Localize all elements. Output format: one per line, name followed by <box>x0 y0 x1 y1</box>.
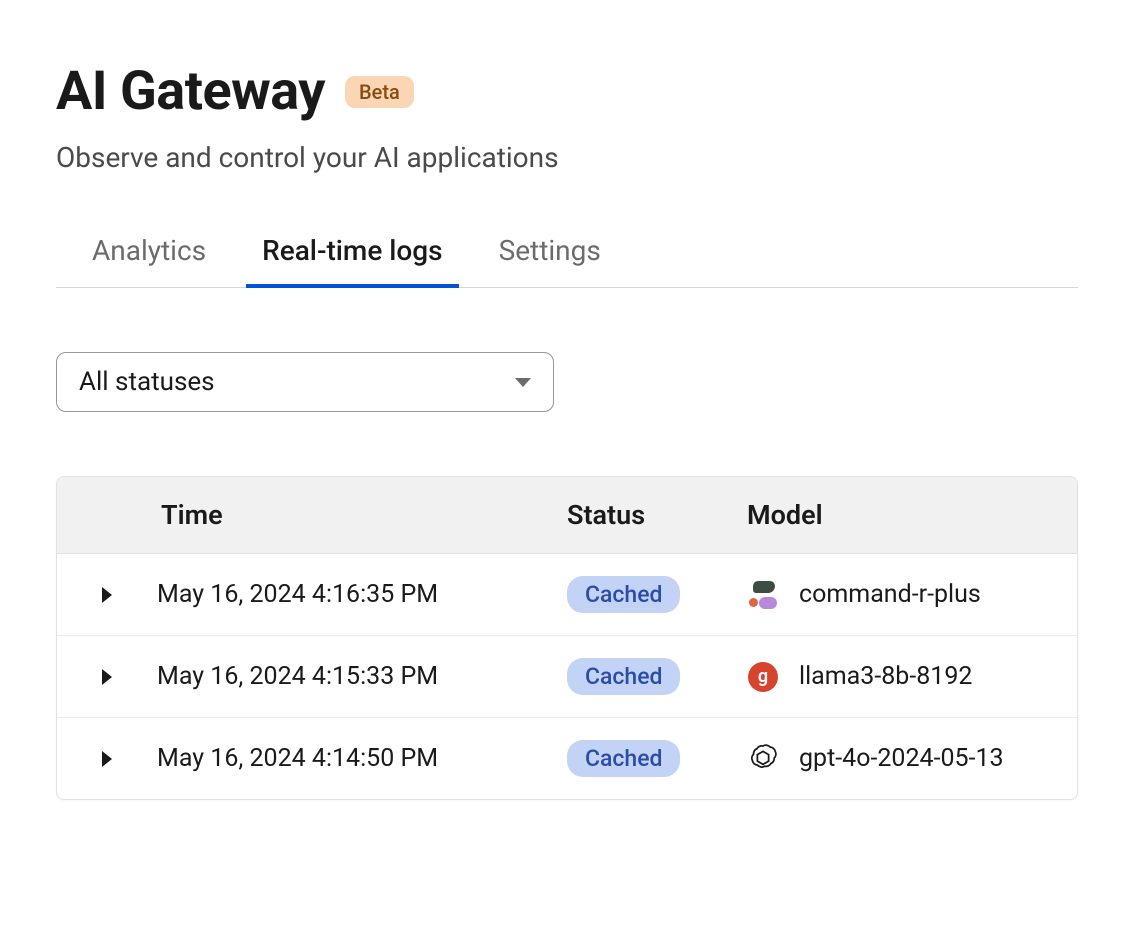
tab-real-time-logs[interactable]: Real-time logs <box>262 234 442 287</box>
column-header-time: Time <box>157 499 567 531</box>
tab-settings[interactable]: Settings <box>499 234 601 287</box>
status-badge: Cached <box>567 576 680 613</box>
status-filter-select[interactable]: All statuses <box>56 352 554 412</box>
status-badge: Cached <box>567 740 680 777</box>
cell-time: May 16, 2024 4:15:33 PM <box>157 662 567 691</box>
status-badge: Cached <box>567 658 680 695</box>
tab-analytics[interactable]: Analytics <box>92 234 206 287</box>
openai-icon <box>747 743 779 775</box>
cell-model: llama3-8b-8192 <box>799 662 972 691</box>
column-header-model: Model <box>747 499 1077 531</box>
expand-row-icon[interactable] <box>102 751 112 767</box>
beta-badge: Beta <box>345 76 414 108</box>
table-row: May 16, 2024 4:16:35 PM Cached command-r… <box>57 554 1077 636</box>
cell-time: May 16, 2024 4:16:35 PM <box>157 580 567 609</box>
chevron-down-icon <box>515 378 531 387</box>
table-row: May 16, 2024 4:14:50 PM Cached gpt-4o-20… <box>57 718 1077 799</box>
cohere-icon <box>747 579 779 611</box>
expand-row-icon[interactable] <box>102 587 112 603</box>
status-filter-value: All statuses <box>79 367 215 397</box>
table-header: Time Status Model <box>57 477 1077 554</box>
page-title: AI Gateway <box>56 60 325 123</box>
tabs: Analytics Real-time logs Settings <box>56 234 1078 288</box>
cell-model: command-r-plus <box>799 580 981 609</box>
page-subtitle: Observe and control your AI applications <box>56 141 1078 174</box>
table-row: May 16, 2024 4:15:33 PM Cached g llama3-… <box>57 636 1077 718</box>
column-header-status: Status <box>567 499 747 531</box>
logs-table: Time Status Model May 16, 2024 4:16:35 P… <box>56 476 1078 800</box>
expand-row-icon[interactable] <box>102 669 112 685</box>
cell-time: May 16, 2024 4:14:50 PM <box>157 744 567 773</box>
cell-model: gpt-4o-2024-05-13 <box>799 744 1004 773</box>
groq-icon: g <box>747 661 779 693</box>
